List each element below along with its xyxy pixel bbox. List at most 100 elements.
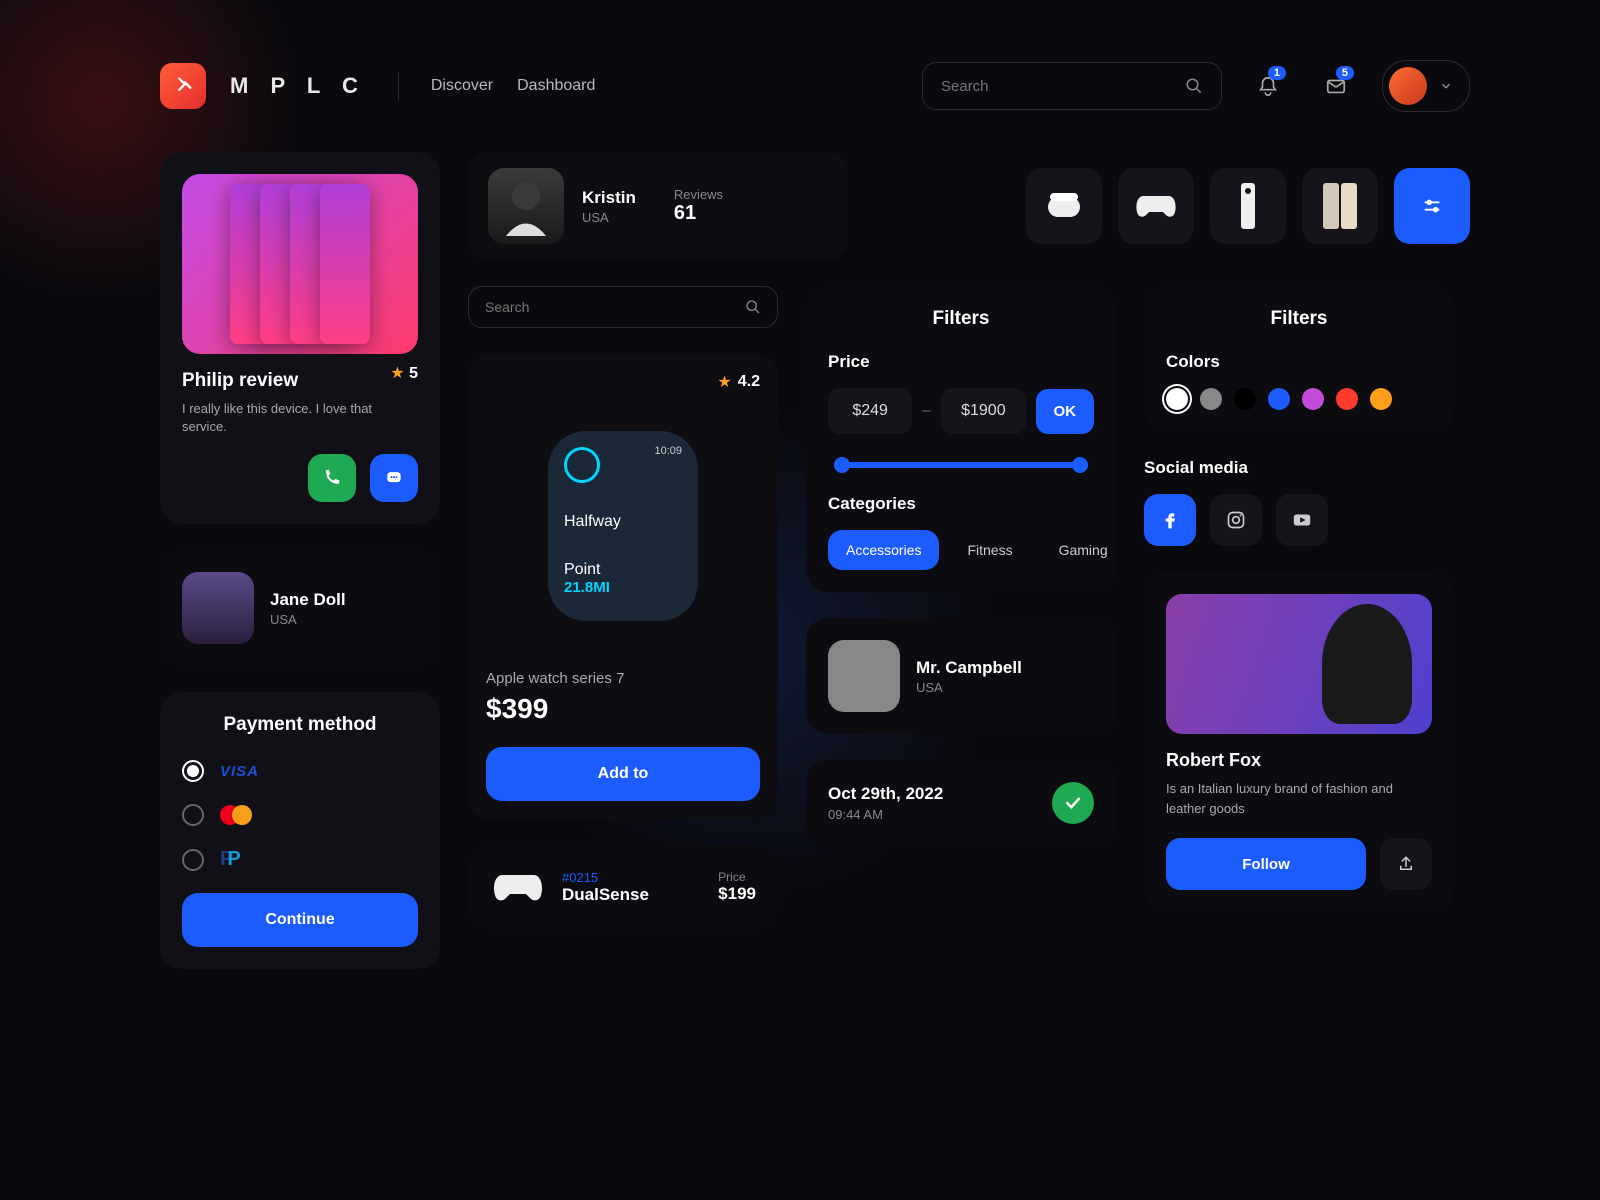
swatch-grey[interactable]: [1200, 388, 1222, 410]
console-icon: [1233, 181, 1263, 231]
social-facebook[interactable]: [1144, 494, 1196, 546]
swatch-blue[interactable]: [1268, 388, 1290, 410]
payment-title: Payment method: [182, 714, 418, 736]
order-item-dualsense[interactable]: #0215 DualSense Price $199: [468, 845, 778, 929]
payment-option-mastercard[interactable]: [182, 804, 418, 826]
share-button[interactable]: [1380, 838, 1432, 890]
user-name: Jane Doll: [270, 590, 346, 610]
brand: M P L C: [230, 73, 366, 99]
radio[interactable]: [182, 804, 204, 826]
sliders-icon: [1421, 195, 1443, 217]
avatar: [182, 572, 254, 644]
chip-fitness[interactable]: Fitness: [949, 530, 1030, 570]
chip-accessories[interactable]: Accessories: [828, 530, 939, 570]
user-card-campbell[interactable]: Mr. Campbell USA: [806, 618, 1116, 734]
filters-panel: Filters Price $249 – $1900 OK Categori: [806, 286, 1116, 592]
tile-airpods[interactable]: [1026, 168, 1102, 244]
follow-button[interactable]: Follow: [1166, 838, 1366, 890]
radio[interactable]: [182, 849, 204, 871]
filters-colors-panel: Filters Colors: [1144, 286, 1454, 432]
phone-icon: [1319, 181, 1361, 231]
profile-desc: Is an Italian luxury brand of fashion an…: [1166, 779, 1432, 818]
controller-icon: [490, 867, 546, 907]
product-search[interactable]: [468, 286, 778, 328]
price-min[interactable]: $249: [828, 388, 912, 434]
facebook-icon: [1160, 510, 1180, 530]
tile-controller[interactable]: [1118, 168, 1194, 244]
seller-card[interactable]: Kristin USA Reviews 61: [468, 152, 848, 260]
user-name: Mr. Campbell: [916, 658, 1022, 678]
call-button[interactable]: [308, 454, 356, 502]
colors-label: Colors: [1166, 352, 1432, 372]
paypal-logo: PP: [220, 848, 241, 871]
continue-button[interactable]: Continue: [182, 893, 418, 947]
watch-text: Point: [564, 561, 682, 579]
notifications-button[interactable]: 1: [1246, 64, 1290, 108]
filter-button[interactable]: [1394, 168, 1470, 244]
social-instagram[interactable]: [1210, 494, 1262, 546]
star-icon: ★: [717, 372, 731, 392]
color-swatches: [1166, 388, 1432, 410]
visa-logo: VISA: [220, 763, 259, 780]
status-check: [1052, 782, 1094, 824]
search-input[interactable]: [941, 78, 1175, 95]
add-to-button[interactable]: Add to: [486, 747, 760, 801]
header: M P L C Discover Dashboard 1 5: [160, 60, 1470, 112]
swatch-red[interactable]: [1336, 388, 1358, 410]
profile-image: [1166, 594, 1432, 734]
tile-console[interactable]: [1210, 168, 1286, 244]
logo-icon: [172, 75, 194, 97]
notif-badge: 1: [1268, 66, 1286, 80]
order-id: #0215: [562, 870, 649, 885]
slider-handle-min[interactable]: [834, 457, 850, 473]
slider-handle-max[interactable]: [1072, 457, 1088, 473]
profile-card-fox: Robert Fox Is an Italian luxury brand of…: [1144, 572, 1454, 912]
watch-time: 10:09: [654, 445, 682, 457]
product-search-input[interactable]: [485, 299, 735, 315]
avatar: [488, 168, 564, 244]
user-location: USA: [270, 612, 346, 627]
social-youtube[interactable]: [1276, 494, 1328, 546]
dash: –: [922, 402, 931, 420]
filters-title: Filters: [828, 308, 1094, 330]
payment-option-paypal[interactable]: PP: [182, 848, 418, 871]
messages-button[interactable]: 5: [1314, 64, 1358, 108]
share-icon: [1397, 855, 1415, 873]
search-bar[interactable]: [922, 62, 1222, 110]
avatar: [1389, 67, 1427, 105]
user-location: USA: [916, 680, 1022, 695]
order-status-card: Oct 29th, 2022 09:44 AM: [806, 760, 1116, 846]
search-icon: [745, 299, 761, 315]
product-card-watch: ★4.2 10:09 Halfway Point 21.8MI Apple wa…: [468, 354, 778, 819]
instagram-icon: [1226, 510, 1246, 530]
swatch-orange[interactable]: [1370, 388, 1392, 410]
nav-discover[interactable]: Discover: [431, 77, 493, 95]
social-title: Social media: [1144, 458, 1454, 478]
radio-selected[interactable]: [182, 760, 204, 782]
ok-button[interactable]: OK: [1036, 389, 1095, 434]
price-max[interactable]: $1900: [941, 388, 1025, 434]
product-name: Apple watch series 7: [486, 670, 760, 687]
nav-dashboard[interactable]: Dashboard: [517, 77, 595, 95]
user-card-jane[interactable]: Jane Doll USA: [160, 550, 440, 666]
product-rating: 4.2: [738, 373, 760, 391]
filters-title: Filters: [1166, 308, 1432, 330]
mail-badge: 5: [1336, 66, 1354, 80]
payment-card: Payment method VISA PP Continue: [160, 692, 440, 969]
profile-menu[interactable]: [1382, 60, 1470, 112]
star-icon: ★: [390, 365, 404, 382]
watch-text: Halfway: [564, 513, 682, 531]
seller-location: USA: [582, 210, 636, 225]
message-button[interactable]: [370, 454, 418, 502]
divider: [398, 72, 399, 100]
tile-phone[interactable]: [1302, 168, 1378, 244]
price-slider[interactable]: [834, 462, 1088, 468]
avatar: [828, 640, 900, 712]
logo[interactable]: [160, 63, 206, 109]
swatch-white[interactable]: [1166, 388, 1188, 410]
swatch-black[interactable]: [1234, 388, 1256, 410]
swatch-purple[interactable]: [1302, 388, 1324, 410]
chip-gaming[interactable]: Gaming: [1041, 530, 1126, 570]
chevron-down-icon: [1439, 79, 1453, 93]
payment-option-visa[interactable]: VISA: [182, 760, 418, 782]
